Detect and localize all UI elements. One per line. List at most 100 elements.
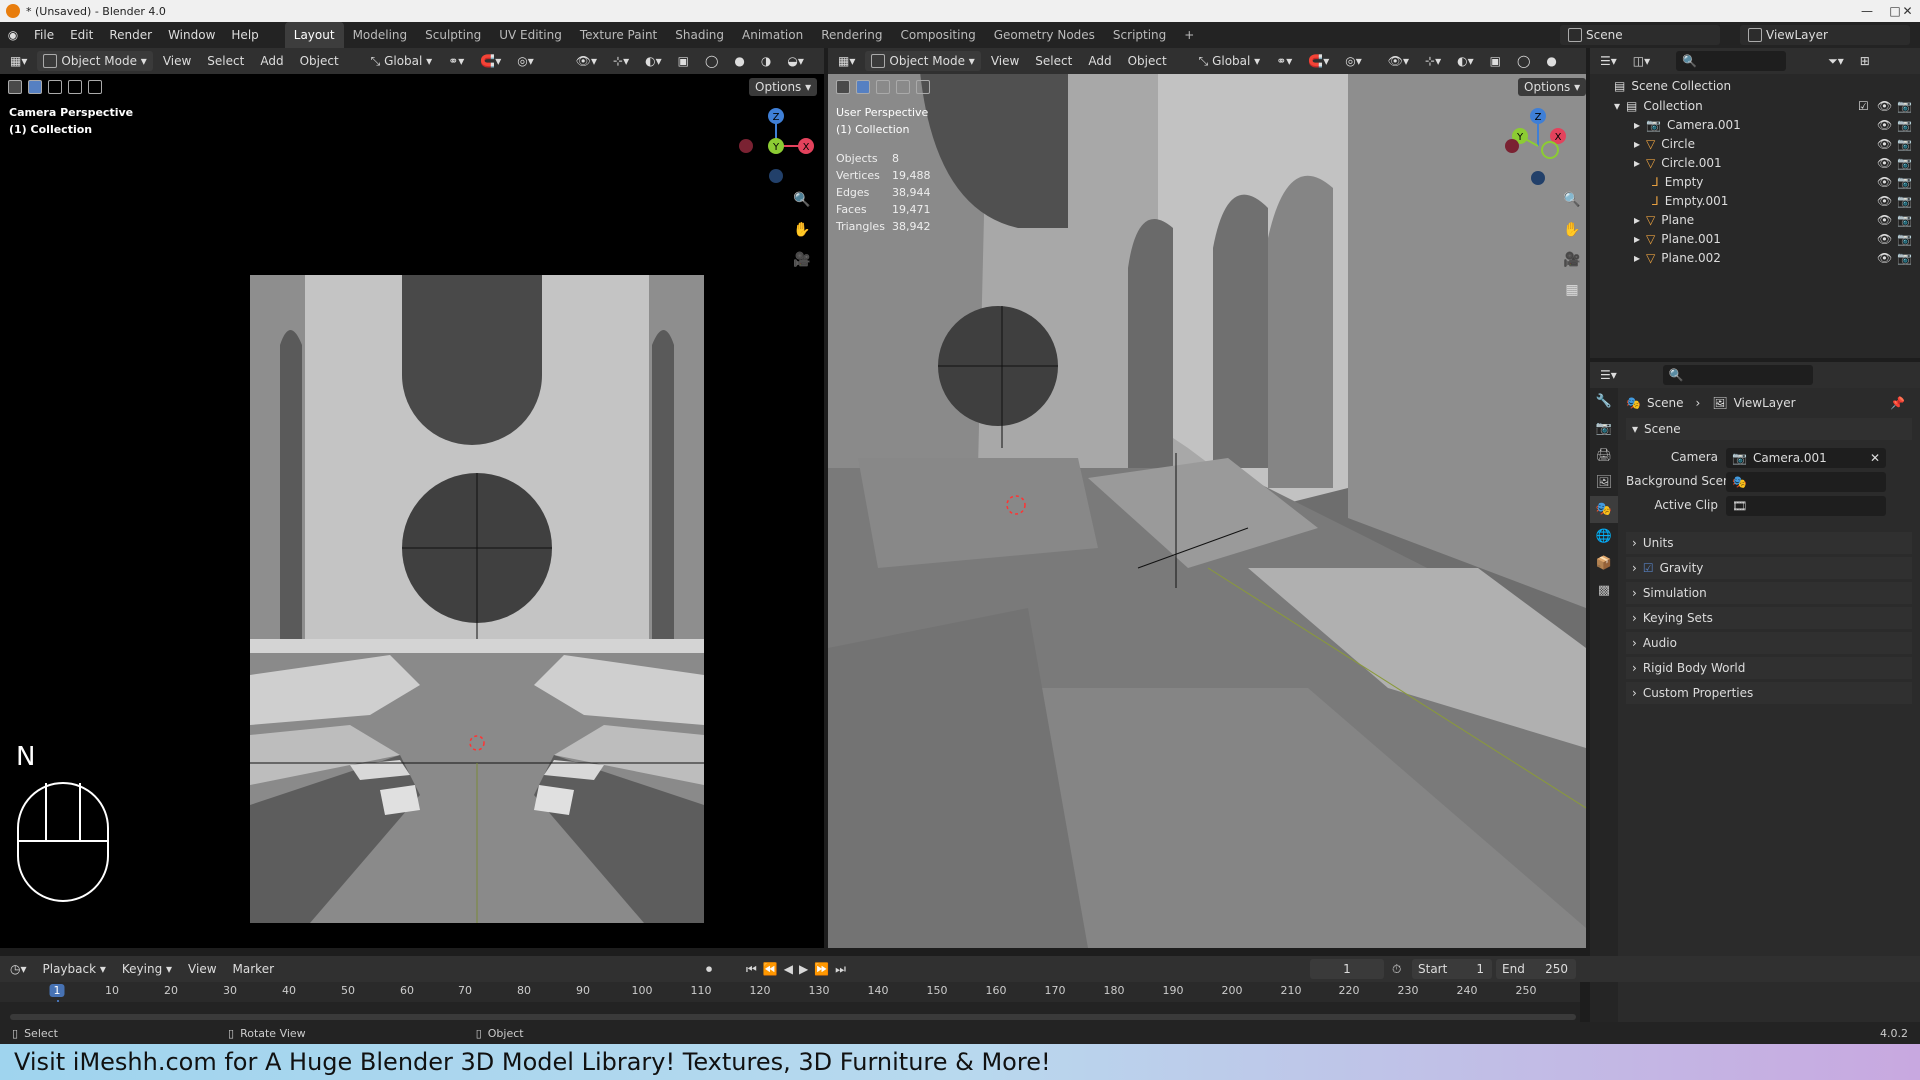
tab-shading[interactable]: Shading	[666, 22, 733, 48]
scene-tab-icon[interactable]: 🎭	[1590, 496, 1618, 523]
outliner-collection[interactable]: ▾ ▤ Collection ☑ 👁 📷	[1590, 96, 1920, 115]
outliner-item-empty-001[interactable]: ⅃ Empty.001 👁 📷	[1590, 191, 1920, 210]
editor-type-icon[interactable]: ☰▾	[1594, 51, 1623, 71]
gizmo-toggle-icon[interactable]: ⊹▾	[607, 51, 635, 71]
expand-arrow-icon[interactable]: ▸	[1634, 156, 1640, 170]
xray-icon[interactable]: ▣	[672, 51, 695, 71]
camera-render-icon[interactable]: 📷	[1897, 156, 1912, 170]
tab-rendering[interactable]: Rendering	[812, 22, 891, 48]
view-layer-tab-icon[interactable]: 🖼	[1590, 469, 1618, 496]
clear-icon[interactable]: ✕	[1870, 451, 1880, 465]
select-invert-icon[interactable]	[88, 80, 102, 94]
editor-type-icon[interactable]: ▦▾	[4, 51, 33, 71]
outliner-item-empty[interactable]: ⅃ Empty 👁 📷	[1590, 172, 1920, 191]
gravity-panel[interactable]: › ☑ Gravity	[1626, 557, 1912, 579]
menu-select[interactable]: Select	[201, 51, 250, 71]
shading-material-icon[interactable]: ◑	[755, 51, 777, 71]
world-tab-icon[interactable]: 🌐	[1590, 523, 1618, 550]
add-workspace-button[interactable]: +	[1175, 22, 1203, 48]
eye-icon[interactable]: 👁	[1877, 175, 1892, 189]
outliner-item-plane-002[interactable]: ▸ ▽ Plane.002 👁 📷	[1590, 248, 1920, 267]
tab-layout[interactable]: Layout	[284, 22, 344, 48]
playback-menu[interactable]: Playback ▾	[37, 959, 112, 979]
expand-arrow-icon[interactable]: ▸	[1634, 251, 1640, 265]
menu-object[interactable]: Object	[1122, 51, 1173, 71]
expand-arrow-icon[interactable]: ›	[1632, 611, 1637, 625]
scene-panel-header[interactable]: ▾ Scene	[1626, 418, 1912, 440]
expand-arrow-icon[interactable]: ▾	[1632, 422, 1638, 436]
select-extend-icon[interactable]	[876, 80, 890, 94]
zoom-icon[interactable]: 🔍	[1560, 188, 1584, 212]
pivot-icon[interactable]: ⚭▾	[1270, 51, 1298, 71]
timeline-ruler[interactable]: 1 10 20 30 40 50 60 70 80 90 100 110 120…	[0, 982, 1580, 1002]
menu-file[interactable]: File	[26, 22, 62, 48]
snap-icon[interactable]: 🧲▾	[1302, 51, 1335, 71]
camera-render-icon[interactable]: 📷	[1897, 213, 1912, 227]
active-clip-field[interactable]: 🎞	[1726, 496, 1886, 516]
expand-arrow-icon[interactable]: ▸	[1634, 118, 1640, 132]
orientation-dropdown[interactable]: ⤡ Global ▾	[1193, 51, 1267, 71]
expand-arrow-icon[interactable]: ›	[1632, 586, 1637, 600]
grid-toggle-icon[interactable]: ▦	[1560, 278, 1584, 302]
overlay-toggle-icon[interactable]: ◐▾	[639, 51, 668, 71]
tab-sculpting[interactable]: Sculpting	[416, 22, 490, 48]
menu-view[interactable]: View	[157, 51, 197, 71]
tab-animation[interactable]: Animation	[733, 22, 812, 48]
timeline-scrollbar[interactable]	[10, 1014, 1576, 1020]
tab-scripting[interactable]: Scripting	[1104, 22, 1175, 48]
camera-view-icon[interactable]: 🎥	[1560, 248, 1584, 272]
end-frame-field[interactable]: End 250	[1496, 959, 1576, 979]
expand-arrow-icon[interactable]: ▾	[1614, 99, 1620, 113]
outliner-search-input[interactable]: 🔍	[1676, 51, 1787, 71]
select-subtract-icon[interactable]	[68, 80, 82, 94]
outliner-item-camera-001[interactable]: ▸ 📷 Camera.001 👁 📷	[1590, 115, 1920, 134]
gravity-checkbox-icon[interactable]: ☑	[1643, 561, 1654, 575]
visibility-icon[interactable]: 👁▾	[1382, 51, 1415, 71]
camera-viewport[interactable]: ▦▾ Object Mode ▾ View Select Add Object …	[0, 48, 824, 948]
texture-tab-icon[interactable]: ▩	[1590, 577, 1618, 604]
expand-arrow-icon[interactable]: ›	[1632, 561, 1637, 575]
expand-arrow-icon[interactable]: ▸	[1634, 137, 1640, 151]
properties-search-input[interactable]: 🔍	[1662, 365, 1813, 385]
render-tab-icon[interactable]: 📷	[1590, 415, 1618, 442]
options-button[interactable]: Options ▾	[749, 78, 818, 96]
menu-object[interactable]: Object	[294, 51, 345, 71]
clock-icon[interactable]: ⏱	[1392, 962, 1401, 977]
filter-icon[interactable]: ⏷▾	[1822, 51, 1850, 71]
menu-add[interactable]: Add	[1082, 51, 1117, 71]
pin-icon[interactable]: 📌	[1890, 396, 1905, 410]
tab-geometry-nodes[interactable]: Geometry Nodes	[985, 22, 1104, 48]
record-icon[interactable]: ⏺	[706, 962, 712, 977]
outliner-item-circle[interactable]: ▸ ▽ Circle 👁 📷	[1590, 134, 1920, 153]
camera-render-icon[interactable]: 📷	[1897, 232, 1912, 246]
tab-uv-editing[interactable]: UV Editing	[490, 22, 571, 48]
expand-arrow-icon[interactable]: ›	[1632, 661, 1637, 675]
editor-type-icon[interactable]: ◷▾	[4, 959, 33, 979]
menu-edit[interactable]: Edit	[62, 22, 101, 48]
select-subtract-icon[interactable]	[896, 80, 910, 94]
eye-icon[interactable]: 👁	[1877, 99, 1892, 113]
playhead-frame[interactable]: 1	[49, 984, 65, 997]
tab-modeling[interactable]: Modeling	[344, 22, 417, 48]
view-layer-selector[interactable]: ViewLayer	[1740, 25, 1910, 45]
camera-render-icon[interactable]: 📷	[1897, 118, 1912, 132]
snap-icon[interactable]: 🧲▾	[474, 51, 507, 71]
pan-hand-icon[interactable]: ✋	[790, 218, 814, 242]
options-button[interactable]: Options ▾	[1518, 78, 1586, 96]
proportional-edit-icon[interactable]: ◎▾	[511, 51, 540, 71]
gizmo-toggle-icon[interactable]: ⊹▾	[1419, 51, 1447, 71]
units-panel[interactable]: › Units	[1626, 532, 1912, 554]
outliner[interactable]: ☰▾ ◫▾ 🔍 ⏷▾ ⊞ ▤ Scene Collection ▾ ▤ Collect…	[1590, 48, 1920, 358]
tab-compositing[interactable]: Compositing	[891, 22, 984, 48]
shading-wireframe-icon[interactable]: ◯	[1511, 51, 1536, 71]
camera-field[interactable]: 📷 Camera.001 ✕	[1726, 448, 1886, 468]
current-frame-field[interactable]: 1	[1310, 959, 1384, 979]
display-mode-icon[interactable]: ◫▾	[1627, 51, 1656, 71]
select-extend-icon[interactable]	[48, 80, 62, 94]
eye-icon[interactable]: 👁	[1877, 137, 1892, 151]
expand-arrow-icon[interactable]: ▸	[1634, 232, 1640, 246]
expand-arrow-icon[interactable]: ›	[1632, 686, 1637, 700]
menu-add[interactable]: Add	[254, 51, 289, 71]
simulation-panel[interactable]: › Simulation	[1626, 582, 1912, 604]
select-invert-icon[interactable]	[916, 80, 930, 94]
